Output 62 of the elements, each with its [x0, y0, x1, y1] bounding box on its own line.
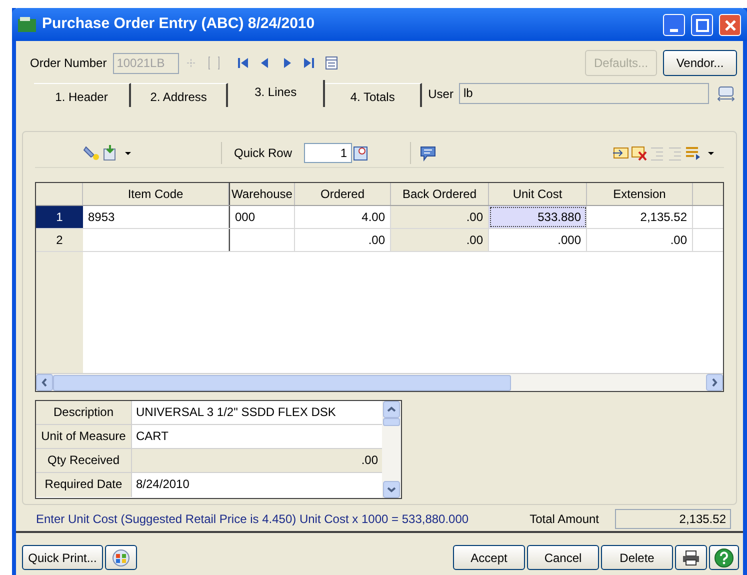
table-cell: 533.880: [489, 206, 587, 228]
minimize-icon: [670, 28, 678, 32]
footer-button[interactable]: Cancel: [527, 545, 599, 570]
help-button[interactable]: [709, 545, 739, 570]
user-label: User: [428, 86, 454, 102]
scroll-left-icon[interactable]: [36, 374, 53, 391]
scroll-thumb[interactable]: [53, 374, 511, 390]
detail-label: Required Date: [36, 473, 132, 497]
column-header[interactable]: Extension: [587, 183, 693, 205]
header-button[interactable]: Vendor...: [663, 50, 737, 76]
maximize-button[interactable]: [691, 14, 713, 36]
column-header[interactable]: Item Code: [83, 183, 229, 205]
table-cell: .00: [391, 229, 489, 251]
flashlight-icon[interactable]: [83, 144, 101, 162]
quick-print-button[interactable]: Quick Print...: [22, 545, 103, 570]
scroll-thumb[interactable]: [383, 418, 400, 426]
scroll-up-icon[interactable]: [383, 401, 400, 418]
close-button[interactable]: [719, 14, 741, 36]
table-cell: .00: [587, 229, 693, 251]
print-button[interactable]: [675, 545, 707, 570]
delete-line-icon[interactable]: [630, 144, 648, 162]
scroll-down-icon[interactable]: [383, 481, 400, 498]
detail-label: Qty Received: [36, 449, 132, 472]
vertical-scrollbar[interactable]: [382, 401, 401, 498]
column-header[interactable]: Warehouse: [229, 183, 295, 205]
column-header[interactable]: Ordered: [295, 183, 391, 205]
scroll-right-icon[interactable]: [706, 374, 723, 391]
footer-button[interactable]: Delete: [601, 545, 673, 570]
close-icon: [724, 19, 736, 31]
help-icon: [714, 548, 734, 568]
maximize-icon: [696, 18, 709, 32]
comment-icon[interactable]: [419, 144, 438, 162]
total-amount-field: 2,135.52: [615, 509, 731, 529]
minimize-button[interactable]: [663, 14, 685, 36]
user-field[interactable]: lb: [459, 83, 709, 104]
row-header[interactable]: 2: [36, 229, 83, 251]
total-amount-label: Total Amount: [530, 511, 599, 528]
row-header[interactable]: 1: [36, 206, 83, 228]
column-header[interactable]: Unit Cost: [489, 183, 587, 205]
zoom-icon[interactable]: [352, 144, 370, 162]
table-cell: .00: [391, 206, 489, 228]
tab[interactable]: 4. Totals: [325, 83, 422, 107]
table-cell: 000: [229, 206, 295, 228]
order-number-label: Order Number: [30, 55, 107, 72]
detail-label: Description: [36, 401, 132, 424]
calendar-icon[interactable]: [322, 55, 339, 71]
quick-row-label: Quick Row: [234, 144, 292, 162]
printer-icon: [682, 550, 700, 566]
footer-button[interactable]: Accept: [453, 545, 525, 570]
detail-value: .00: [132, 449, 382, 472]
quick-row-field[interactable]: 1: [304, 142, 352, 162]
tab[interactable]: 1. Header: [34, 83, 132, 107]
horizontal-scrollbar[interactable]: [36, 373, 723, 391]
detail-label: Unit of Measure: [36, 425, 132, 448]
app-logo-icon: [18, 16, 36, 32]
table-cell: .000: [489, 229, 587, 251]
table-cell: 8953: [83, 206, 229, 228]
panel-icon[interactable]: [717, 84, 735, 102]
column-header[interactable]: Back Ordered: [391, 183, 489, 205]
window-title: Purchase Order Entry (ABC) 8/24/2010: [42, 14, 316, 34]
table-cell: 2,135.52: [587, 206, 693, 228]
status-message: Enter Unit Cost (Suggested Retail Price is 4.450) Unit Cost x 1000 = 533,880.000: [36, 511, 470, 528]
